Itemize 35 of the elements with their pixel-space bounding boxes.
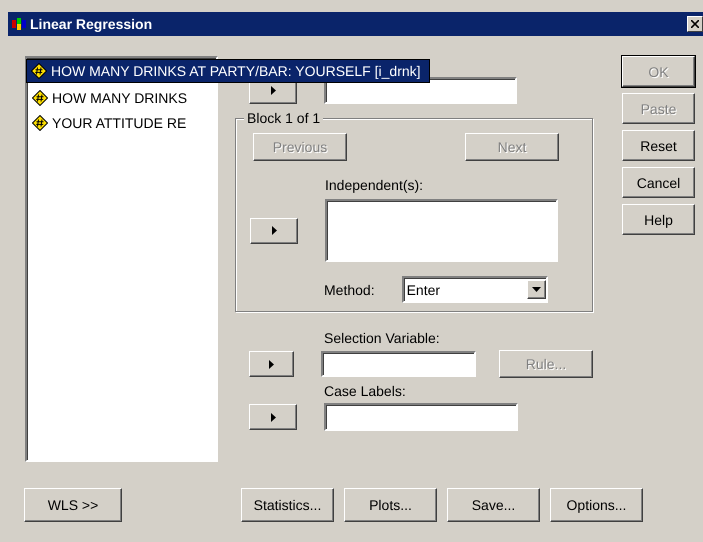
case-labels-field[interactable] [324, 403, 518, 431]
wls-button[interactable]: WLS >> [24, 488, 122, 522]
dialog-button[interactable]: Help [622, 204, 695, 235]
dialog-button[interactable]: Statistics... [241, 488, 334, 522]
window-title: Linear Regression [30, 16, 152, 32]
hash-diamond-icon [31, 63, 47, 79]
move-arrow-button[interactable] [249, 351, 294, 377]
triangle-right-icon [270, 412, 276, 422]
close-button[interactable] [687, 16, 703, 32]
app-icon [12, 18, 26, 30]
triangle-right-icon [270, 86, 276, 95]
field-label: Case Labels: [324, 383, 407, 399]
close-icon [691, 20, 699, 28]
field-label: Method: [324, 282, 375, 298]
method-dropdown[interactable]: Enter [402, 276, 548, 303]
field-label: Independent(s): [325, 177, 424, 193]
variable-item[interactable]: YOUR ATTITUDE RE [28, 110, 190, 135]
group-title: Block 1 of 1 [244, 110, 324, 126]
dialog-button[interactable]: Reset [622, 130, 695, 161]
independents-field[interactable] [325, 199, 558, 262]
move-arrow-button[interactable] [250, 218, 298, 244]
field-label: Selection Variable: [324, 330, 441, 346]
dialog-button[interactable]: Options... [550, 488, 643, 522]
dialog-button[interactable]: Cancel [622, 167, 695, 198]
caret-down-icon [532, 287, 541, 292]
move-arrow-button[interactable] [249, 404, 297, 430]
dialog-button[interactable]: Save... [447, 488, 540, 522]
variable-tooltip[interactable]: HOW MANY DRINKS AT PARTY/BAR: YOURSELF [i_drnk] [26, 59, 430, 83]
hash-diamond-icon [32, 90, 48, 106]
dialog-button[interactable]: Plots... [344, 488, 437, 522]
selection-variable-field[interactable] [320, 351, 476, 377]
triangle-right-icon [268, 360, 274, 368]
triangle-right-icon [272, 226, 276, 235]
hash-diamond-icon [32, 114, 48, 130]
variable-item[interactable]: HOW MANY DRINKS [28, 85, 192, 110]
